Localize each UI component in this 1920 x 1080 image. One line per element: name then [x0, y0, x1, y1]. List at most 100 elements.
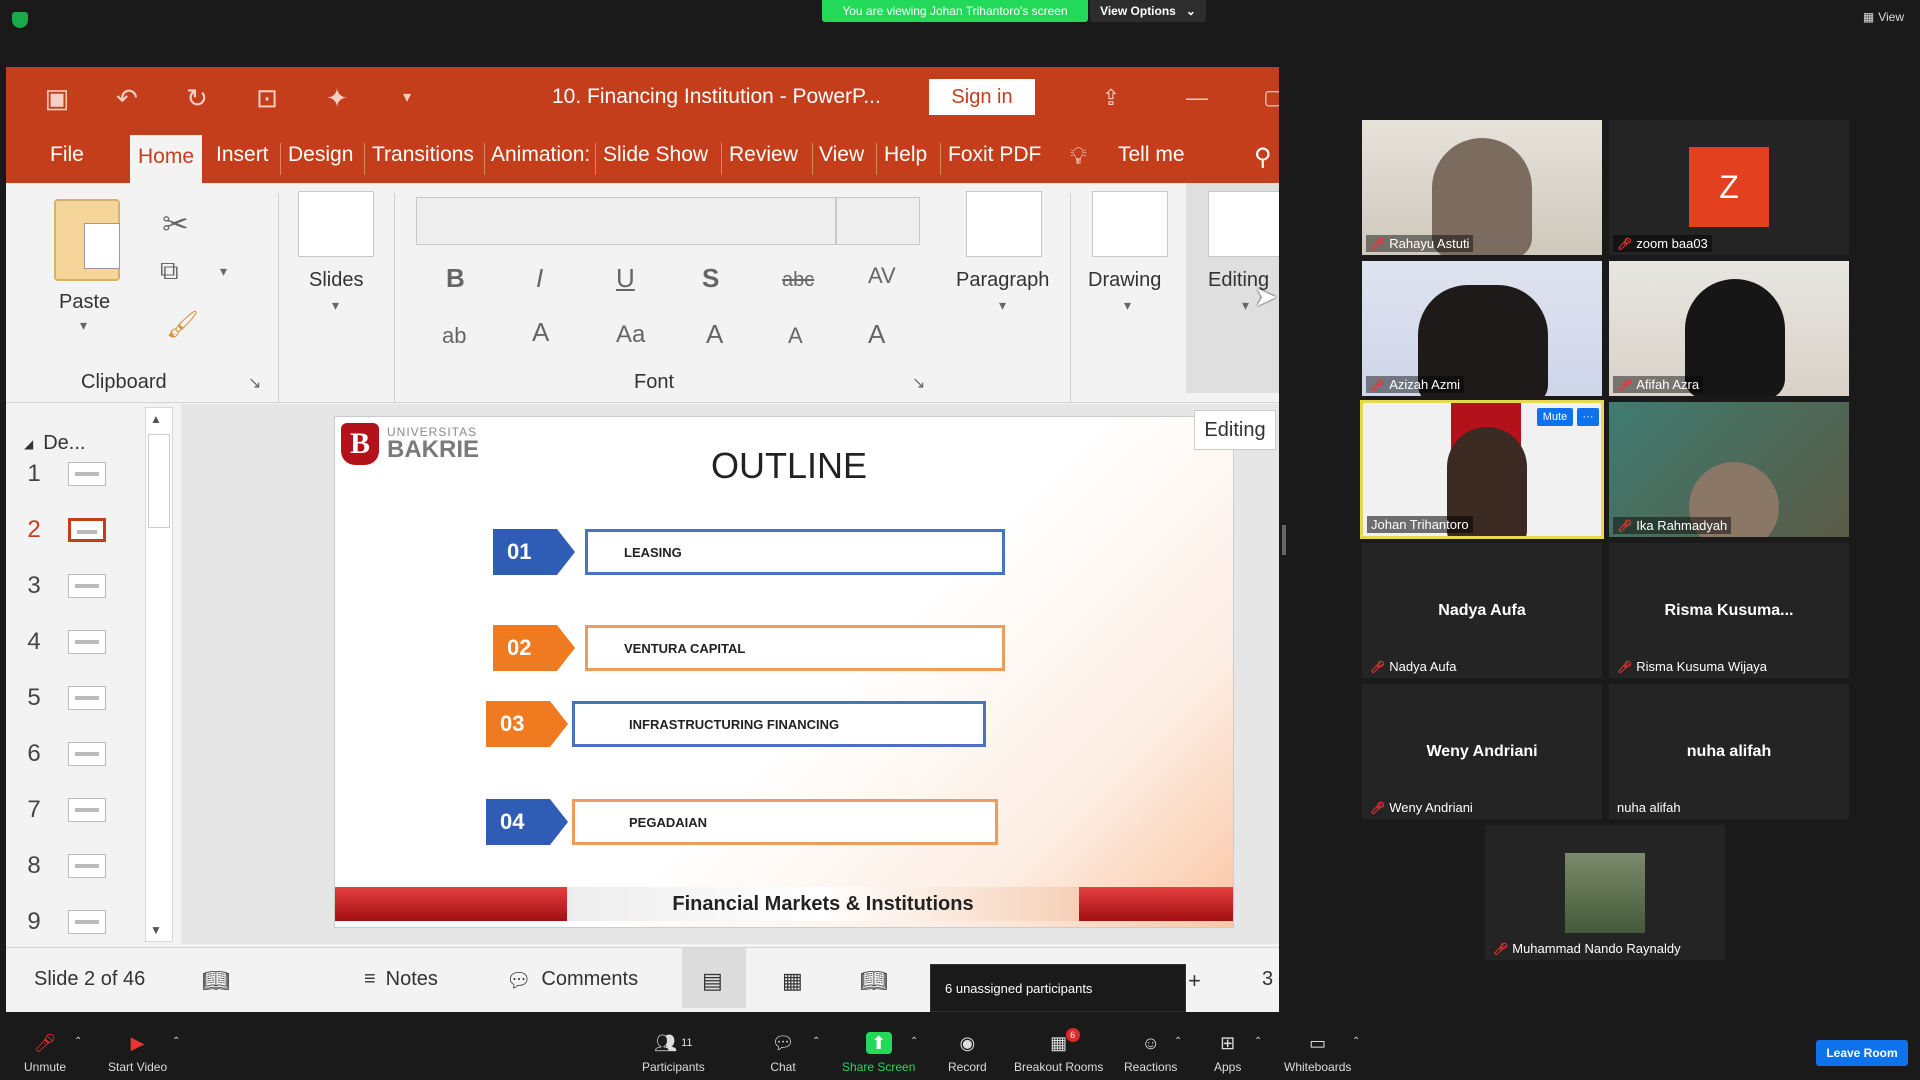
scroll-up-icon[interactable]: ▲ — [150, 412, 162, 426]
font-name-dropdown[interactable] — [416, 197, 836, 245]
dialog-launcher-icon[interactable]: ↘ — [248, 373, 261, 393]
clear-formatting-icon[interactable]: A — [868, 319, 885, 350]
record-button[interactable]: ◉ Record — [948, 1032, 987, 1075]
paragraph-icon[interactable] — [966, 191, 1042, 257]
bold-icon[interactable]: B — [446, 263, 465, 294]
slide-thumbnail[interactable]: 3 — [24, 572, 106, 600]
italic-icon[interactable]: I — [536, 263, 543, 294]
spell-check-icon[interactable]: 📖︎ — [202, 968, 230, 994]
font-dialog-launcher-icon[interactable]: ↘ — [912, 373, 925, 393]
slide-thumbnail[interactable]: 5 — [24, 684, 106, 712]
participant-tile[interactable]: Nadya Aufa 🎤︎ Nadya Aufa — [1362, 543, 1602, 678]
share-screen-button[interactable]: ⬆ Share Screen — [842, 1032, 915, 1074]
paste-button[interactable]: Paste — [59, 291, 110, 314]
copy-dropdown-icon[interactable]: ▾ — [220, 263, 227, 280]
format-painter-icon[interactable]: 🖌︎ — [166, 309, 199, 340]
copy-icon[interactable]: ⧉ — [160, 255, 179, 287]
change-case-icon[interactable]: Aa — [616, 321, 645, 349]
scroll-down-icon[interactable]: ▼ — [150, 923, 162, 937]
start-video-button[interactable]: ▶︎ Start Video — [108, 1032, 167, 1075]
video-options-caret-icon[interactable]: ⌃ — [172, 1036, 180, 1047]
slideshow-star-icon[interactable]: ✦ — [322, 83, 352, 113]
paragraph-dropdown-icon[interactable]: ▾ — [999, 297, 1006, 314]
undo-icon[interactable]: ↶ — [112, 83, 142, 113]
apps-options-caret-icon[interactable]: ⌃ — [1254, 1036, 1262, 1047]
thumbnails-scrollbar[interactable]: ▲ ▼ — [145, 407, 173, 942]
participant-tile[interactable]: Weny Andriani 🎤︎ Weny Andriani — [1362, 684, 1602, 819]
strikethrough-icon[interactable]: abc — [782, 269, 814, 292]
participant-tile[interactable]: 🎤︎ Rahayu Astuti — [1362, 120, 1602, 255]
character-spacing-icon[interactable]: AV — [868, 263, 896, 289]
redo-icon[interactable]: ↻ — [182, 83, 212, 113]
tab-home[interactable]: Home — [130, 135, 203, 183]
cut-icon[interactable]: ✂ — [162, 205, 189, 243]
slides-dropdown-icon[interactable]: ▾ — [332, 297, 339, 314]
maximize-icon[interactable]: ▢ — [1258, 83, 1279, 113]
participant-tile[interactable]: 🎤︎ Afifah Azra — [1609, 261, 1849, 396]
slide-sorter-icon[interactable]: ▦ — [782, 968, 803, 994]
decrease-font-icon[interactable]: A — [788, 323, 803, 349]
share-options-caret-icon[interactable]: ⌃ — [910, 1036, 918, 1047]
tell-me-search[interactable]: Tell me — [1118, 143, 1185, 167]
audio-options-caret-icon[interactable]: ⌃ — [74, 1036, 82, 1047]
paste-dropdown-icon[interactable]: ▾ — [80, 317, 87, 334]
slides-button[interactable]: Slides — [309, 269, 363, 292]
paragraph-button[interactable]: Paragraph — [956, 269, 1049, 292]
slide-thumbnail[interactable]: 1 — [24, 460, 106, 488]
view-button[interactable]: ▦ View — [1863, 10, 1904, 24]
reactions-button[interactable]: ☺ Reactions — [1124, 1032, 1177, 1075]
tab-help[interactable]: Help — [884, 143, 927, 167]
more-options-button[interactable]: ··· — [1577, 408, 1599, 426]
slide-thumbnail[interactable]: 9 — [24, 908, 106, 936]
participants-button[interactable]: 👥︎ 11 Participants — [642, 1032, 705, 1075]
tab-animations[interactable]: Animation: — [491, 143, 590, 167]
share-person-icon[interactable]: ⚲ — [1254, 143, 1272, 172]
section-collapse-icon[interactable]: ◢ — [24, 437, 33, 451]
chat-button[interactable]: 💬︎ Chat — [770, 1032, 796, 1075]
chat-options-caret-icon[interactable]: ⌃ — [812, 1036, 820, 1047]
font-size-dropdown[interactable] — [836, 197, 920, 245]
slide-thumbnail[interactable]: 8 — [24, 852, 106, 880]
notes-button[interactable]: ≡ Notes — [364, 968, 438, 991]
tab-insert[interactable]: Insert — [216, 143, 269, 167]
reading-view-icon[interactable]: 📖︎ — [860, 968, 888, 994]
sign-in-button[interactable]: Sign in — [929, 79, 1035, 115]
drawing-button[interactable]: Drawing — [1088, 269, 1161, 292]
find-search-icon[interactable] — [1208, 191, 1279, 257]
tab-view[interactable]: View — [819, 143, 864, 167]
comments-button[interactable]: 💬︎ Comments — [506, 968, 638, 993]
increase-font-icon[interactable]: A — [706, 319, 723, 350]
editing-dropdown-icon[interactable]: ▾ — [1242, 297, 1249, 314]
breakout-rooms-button[interactable]: ▦ 6 Breakout Rooms — [1014, 1028, 1103, 1074]
split-resize-handle[interactable] — [1282, 525, 1286, 555]
slide-thumbnail[interactable]: 7 — [24, 796, 106, 824]
view-options-button[interactable]: View Options ⌄ — [1090, 0, 1206, 22]
scroll-thumb[interactable] — [148, 434, 170, 528]
tab-transitions[interactable]: Transitions — [372, 143, 474, 167]
ribbon-display-icon[interactable]: ⇪ — [1096, 83, 1126, 113]
slide-thumbnail[interactable]: 4 — [24, 628, 106, 656]
reactions-options-caret-icon[interactable]: ⌃ — [1174, 1036, 1182, 1047]
text-shadow-icon[interactable]: S — [702, 263, 719, 294]
highlight-color-icon[interactable]: ab — [442, 323, 466, 349]
apps-button[interactable]: ⊞ Apps — [1214, 1032, 1241, 1075]
security-shield-icon[interactable] — [12, 12, 28, 28]
participant-tile[interactable]: nuha alifah nuha alifah — [1609, 684, 1849, 819]
zoom-in-icon[interactable]: + — [1188, 968, 1201, 994]
save-icon[interactable]: ▣ — [42, 83, 72, 113]
underline-icon[interactable]: U — [616, 263, 635, 294]
tab-file[interactable]: File — [50, 143, 84, 167]
paste-clipboard-icon[interactable] — [54, 199, 120, 281]
minimize-icon[interactable]: — — [1182, 83, 1212, 113]
slide-thumbnail[interactable]: 6 — [24, 740, 106, 768]
current-slide[interactable]: B UNIVERSITAS BAKRIE OUTLINE 01 LEASING … — [334, 416, 1234, 928]
mute-participant-button[interactable]: Mute — [1537, 408, 1573, 426]
leave-room-button[interactable]: Leave Room — [1816, 1040, 1908, 1066]
participant-tile[interactable]: Z 🎤︎ zoom baa03 — [1609, 120, 1849, 255]
tab-design[interactable]: Design — [288, 143, 353, 167]
participant-tile-active-speaker[interactable]: Mute ··· Johan Trihantoro — [1360, 400, 1604, 539]
participant-tile[interactable]: 🎤︎ Muhammad Nando Raynaldy — [1485, 825, 1725, 960]
present-icon[interactable]: ⊡ — [252, 83, 282, 113]
tab-slide-show[interactable]: Slide Show — [603, 143, 708, 167]
drawing-dropdown-icon[interactable]: ▾ — [1124, 297, 1131, 314]
